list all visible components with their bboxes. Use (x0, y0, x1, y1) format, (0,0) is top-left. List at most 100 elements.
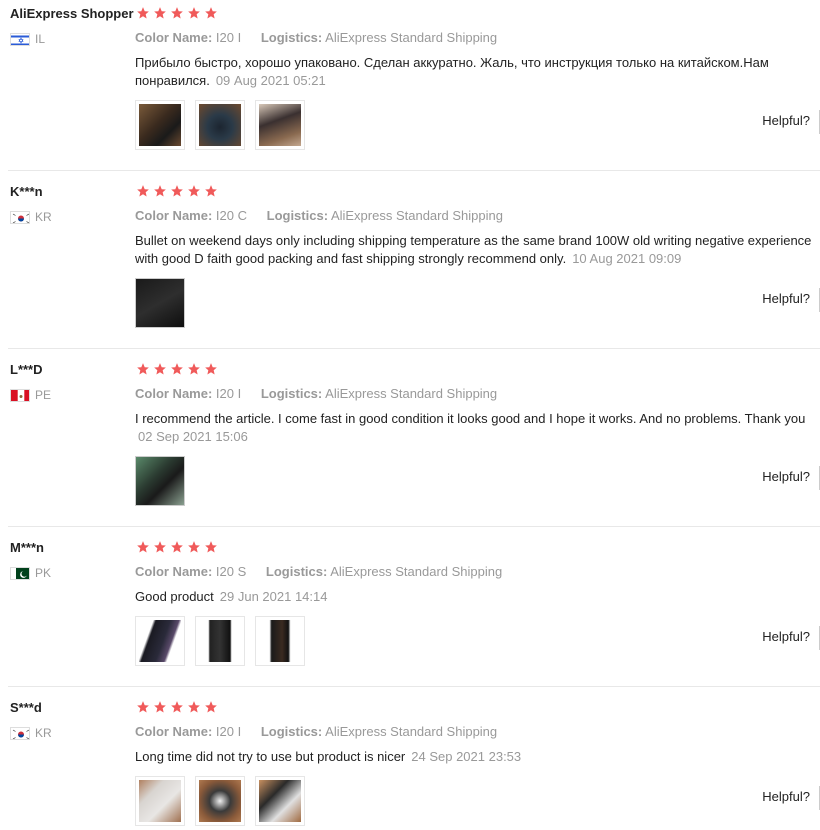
country-code: PE (35, 388, 52, 402)
star-icon (137, 7, 149, 19)
review-meta: Color Name: I20 S Logistics: AliExpress … (135, 564, 518, 579)
star-icon (171, 363, 183, 375)
star-rating (136, 540, 218, 554)
review-text: I recommend the article. I come fast in … (135, 410, 820, 446)
star-icon (154, 7, 166, 19)
reviewer-name: L***D (10, 362, 43, 377)
helpful-button[interactable]: Helpful? (762, 291, 810, 306)
review-date: 29 Jun 2021 14:14 (219, 589, 328, 604)
star-icon (205, 363, 217, 375)
review-date: 10 Aug 2021 09:09 (572, 251, 682, 266)
review-text: Good product 29 Jun 2021 14:14 (135, 588, 820, 606)
star-rating (136, 362, 218, 376)
reviewer-name: K***n (10, 184, 43, 199)
star-icon (188, 185, 200, 197)
color-label: Color Name: (135, 564, 213, 579)
country-code: IL (35, 32, 46, 46)
color-value: I20 I (215, 386, 242, 401)
star-icon (188, 541, 200, 553)
color-label: Color Name: (135, 30, 213, 45)
star-icon (188, 7, 200, 19)
logistics-value: AliExpress Standard Shipping (325, 386, 498, 401)
review-text-line: понравился. (135, 73, 210, 88)
logistics-label: Logistics: (260, 30, 323, 45)
star-icon (171, 185, 183, 197)
review-photos (135, 100, 305, 150)
color-value: I20 I (215, 724, 242, 739)
review-photo[interactable] (255, 616, 305, 666)
star-icon (137, 701, 149, 713)
color-label: Color Name: (135, 208, 213, 223)
review-meta: Color Name: I20 I Logistics: AliExpress … (135, 724, 513, 739)
review-photos (135, 776, 305, 826)
logistics-label: Logistics: (266, 208, 329, 223)
color-label: Color Name: (135, 724, 213, 739)
peru-flag-icon (10, 388, 30, 402)
reviewer-name: AliExpress Shopper (10, 6, 134, 21)
reviewer-country: KR (10, 726, 52, 740)
star-rating (136, 6, 218, 20)
star-icon (137, 541, 149, 553)
star-icon (154, 363, 166, 375)
star-icon (188, 701, 200, 713)
review-photo[interactable] (135, 616, 185, 666)
review-item: S***d KR Color Name: I20 I Logistics: Al… (0, 694, 820, 830)
review-photo[interactable] (195, 616, 245, 666)
review-text-line: Прибыло быстро, хорошо упаковано. Сделан… (135, 55, 769, 70)
review-photos (135, 456, 185, 506)
review-item: K***n KR Color Name: I20 C Logistics: Al… (0, 178, 820, 348)
review-photo[interactable] (255, 776, 305, 826)
review-photo[interactable] (255, 100, 305, 150)
star-icon (137, 363, 149, 375)
star-rating (136, 184, 218, 198)
review-text: Bullet on weekend days only including sh… (135, 232, 820, 268)
country-code: KR (35, 210, 52, 224)
helpful-button[interactable]: Helpful? (762, 629, 810, 644)
review-date: 09 Aug 2021 05:21 (215, 73, 326, 88)
star-icon (154, 541, 166, 553)
review-photo[interactable] (135, 278, 185, 328)
review-photo[interactable] (135, 100, 185, 150)
review-photo[interactable] (135, 456, 185, 506)
star-icon (154, 185, 166, 197)
south-korea-flag-icon (10, 210, 30, 224)
review-meta: Color Name: I20 I Logistics: AliExpress … (135, 386, 513, 401)
review-text-line: Good product (135, 589, 214, 604)
color-value: I20 C (215, 208, 247, 223)
star-icon (205, 541, 217, 553)
helpful-button[interactable]: Helpful? (762, 113, 810, 128)
review-text: Long time did not try to use but product… (135, 748, 820, 766)
review-divider (8, 170, 820, 171)
color-value: I20 S (215, 564, 247, 579)
color-value: I20 I (215, 30, 242, 45)
logistics-value: AliExpress Standard Shipping (330, 564, 503, 579)
helpful-button[interactable]: Helpful? (762, 469, 810, 484)
review-text-line: Long time did not try to use but product… (135, 749, 406, 764)
review-photo[interactable] (195, 100, 245, 150)
reviewer-country: PE (10, 388, 51, 402)
review-photos (135, 616, 305, 666)
logistics-label: Logistics: (265, 564, 328, 579)
logistics-value: AliExpress Standard Shipping (325, 724, 498, 739)
star-rating (136, 700, 218, 714)
review-item: L***D PE Color Name: I20 I Logistics: Al… (0, 356, 820, 526)
review-meta: Color Name: I20 I Logistics: AliExpress … (135, 30, 513, 45)
color-label: Color Name: (135, 386, 213, 401)
reviewer-country: IL (10, 32, 45, 46)
israel-flag-icon (10, 32, 30, 46)
country-code: KR (35, 726, 52, 740)
helpful-button[interactable]: Helpful? (762, 789, 810, 804)
star-icon (137, 185, 149, 197)
review-photo[interactable] (135, 776, 185, 826)
review-photo[interactable] (195, 776, 245, 826)
review-photos (135, 278, 185, 328)
review-divider (8, 348, 820, 349)
star-icon (171, 7, 183, 19)
review-text: Прибыло быстро, хорошо упаковано. Сделан… (135, 54, 820, 90)
star-icon (154, 701, 166, 713)
logistics-label: Logistics: (260, 386, 323, 401)
country-code: PK (35, 566, 52, 580)
review-text-line: Bullet on weekend days only including sh… (135, 233, 812, 248)
review-divider (8, 686, 820, 687)
review-date: 24 Sep 2021 23:53 (411, 749, 522, 764)
